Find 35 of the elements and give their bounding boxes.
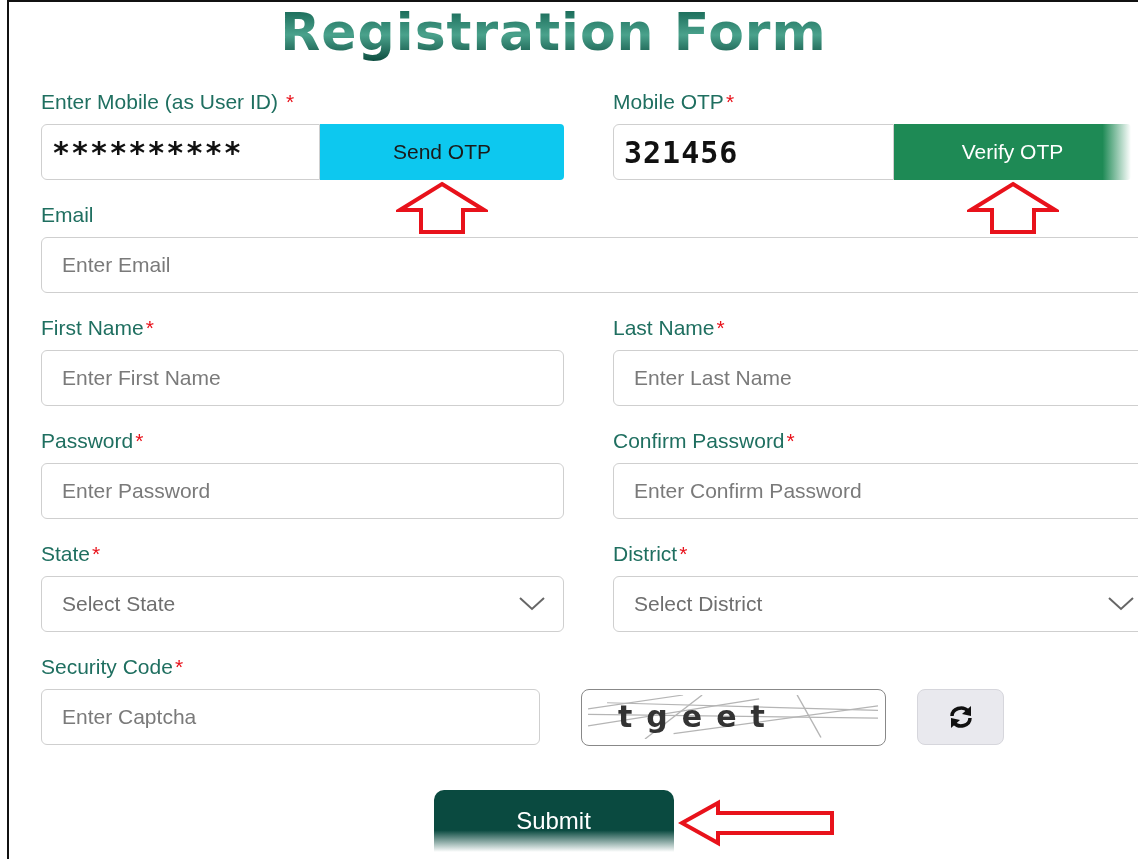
field-label: Password	[41, 429, 134, 453]
required-mark: *	[786, 429, 795, 453]
required-mark: *	[92, 542, 101, 566]
submit-button[interactable]: Submit	[433, 790, 674, 852]
required-mark: *	[145, 316, 154, 340]
text-field[interactable]: Enter Confirm Password	[613, 463, 1138, 519]
required-mark: *	[135, 429, 144, 453]
field-label: State	[41, 542, 91, 566]
dropdown[interactable]: Select District	[613, 576, 1138, 632]
text-field[interactable]: Enter First Name	[41, 350, 564, 406]
required-mark: *	[174, 655, 184, 679]
field-label: Security Code	[41, 655, 173, 679]
field-label: First Name	[41, 316, 144, 340]
required-mark: *	[725, 90, 735, 114]
text-field[interactable]: Enter Last Name	[613, 350, 1138, 406]
field-label: Last Name	[613, 316, 715, 340]
field-label: Email	[41, 203, 94, 227]
refresh-button[interactable]	[917, 689, 1004, 745]
chevron-down-icon	[1108, 597, 1134, 611]
field-label: Enter Mobile (as User ID)	[41, 90, 278, 114]
text-field[interactable]: **********	[41, 124, 320, 180]
text-field[interactable]: 321456	[613, 124, 894, 180]
chevron-down-icon	[519, 597, 545, 611]
field-label: Mobile OTP	[613, 90, 724, 114]
required-mark: *	[716, 316, 725, 340]
refresh-icon	[947, 705, 974, 729]
captcha-field[interactable]: Enter Captcha	[41, 689, 540, 745]
captcha-text: tgeet	[618, 702, 779, 732]
text-field[interactable]: Enter Password	[41, 463, 564, 519]
dropdown[interactable]: Select State	[41, 576, 564, 632]
required-mark: *	[285, 90, 295, 114]
field-label: Confirm Password	[613, 429, 785, 453]
field-label: District	[613, 542, 678, 566]
required-mark: *	[679, 542, 688, 566]
text-field[interactable]: Enter Email	[41, 237, 1138, 293]
